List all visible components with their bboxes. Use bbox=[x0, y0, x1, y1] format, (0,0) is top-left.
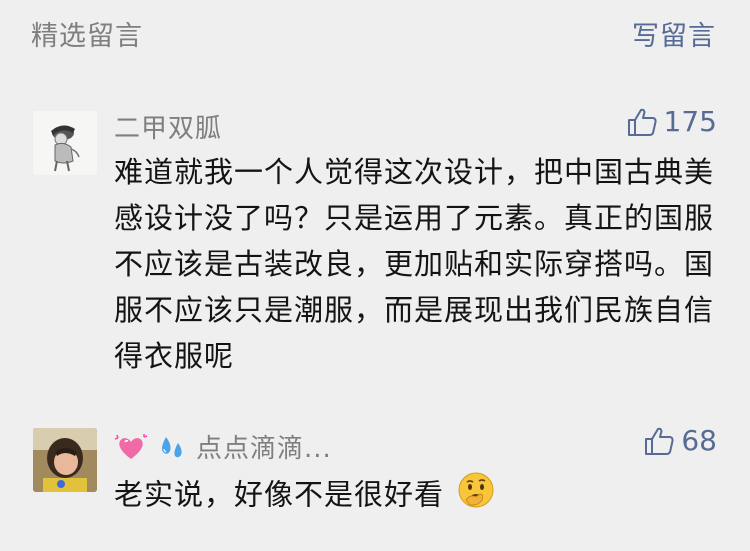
avatar-sketch-image bbox=[33, 111, 97, 175]
comment-content-row: 老实说，好像不是很好看 bbox=[114, 470, 714, 523]
avatar[interactable] bbox=[33, 111, 97, 175]
like-count: 175 bbox=[663, 105, 717, 138]
like-button[interactable]: 175 bbox=[626, 105, 717, 138]
commenter-nickname[interactable]: 二甲双胍 bbox=[114, 108, 222, 145]
comment-content: 难道就我一个人觉得这次设计，把中国古典美感设计没了吗？只是运用了元素。真正的国服… bbox=[114, 155, 715, 373]
avatar-photo-image bbox=[33, 428, 97, 492]
sweat-droplets-emoji bbox=[154, 431, 190, 463]
commenter-nickname-row[interactable]: 点点滴滴... bbox=[114, 428, 332, 465]
featured-comments-title: 精选留言 bbox=[31, 21, 143, 52]
comment-content: 老实说，好像不是很好看 bbox=[114, 477, 445, 512]
like-button[interactable]: 68 bbox=[643, 424, 717, 457]
thumbs-up-icon bbox=[626, 106, 658, 138]
commenter-nickname: 点点滴滴... bbox=[196, 434, 332, 464]
comment-item: 二甲双胍 175 难道就我一个人觉得这次设计，把中国古典美感设计没了吗？只是运用… bbox=[0, 105, 750, 385]
thinking-face-emoji bbox=[456, 470, 496, 523]
comment-item: 点点滴滴... 68 老实说，好像不是很好看 bbox=[0, 420, 750, 540]
write-comment-link[interactable]: 写留言 bbox=[632, 14, 716, 53]
thumbs-up-icon bbox=[643, 425, 675, 457]
comments-header: 精选留言 写留言 bbox=[0, 0, 750, 68]
avatar[interactable] bbox=[33, 428, 97, 492]
like-count: 68 bbox=[681, 424, 717, 457]
sparkling-heart-emoji bbox=[114, 431, 150, 463]
